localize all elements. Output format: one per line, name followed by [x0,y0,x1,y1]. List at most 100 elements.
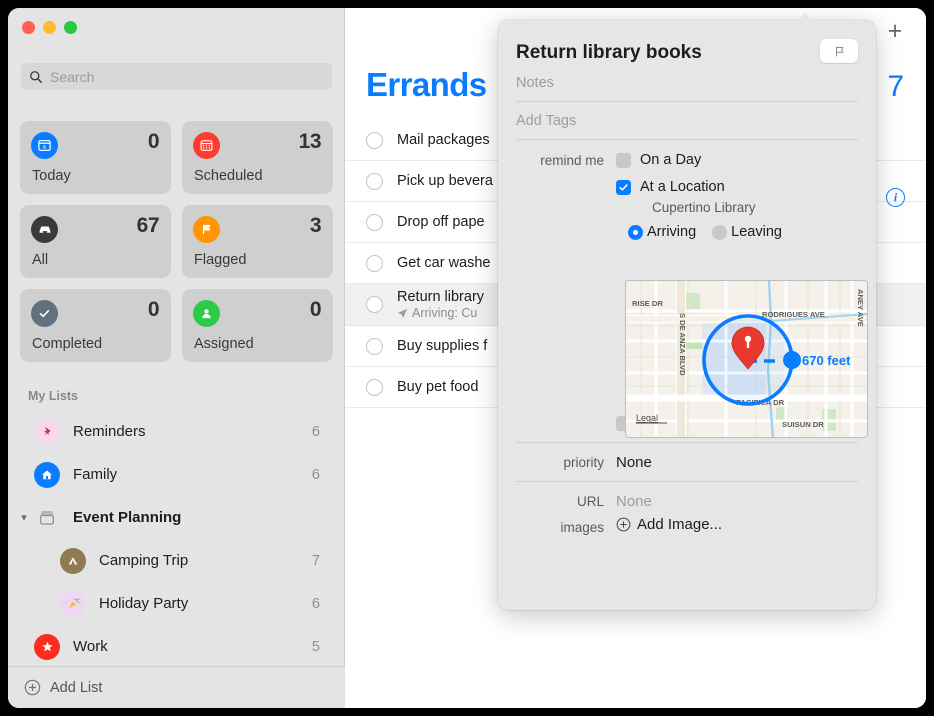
lists-container: Reminders 6 Family 6 ▾ Event Planning Ca… [8,410,345,708]
tags-field[interactable]: Add Tags [516,102,858,140]
smart-lists-grid: 5 0 Today 13 Scheduled 67 All 3 Flagged … [20,121,333,362]
party-popper-icon [60,590,86,617]
reminder-location-subtitle: Arriving: Cu [397,306,484,320]
minimize-button[interactable] [43,21,56,34]
svg-text:RODRIGUES AVE: RODRIGUES AVE [762,310,825,319]
close-button[interactable] [22,21,35,34]
pushpin-icon [34,418,60,445]
checkmark-icon [31,300,58,327]
list-item-reminders[interactable]: Reminders 6 [8,410,345,453]
search-field[interactable]: Search [21,63,332,90]
complete-checkbox[interactable] [366,213,383,231]
house-icon [34,461,60,488]
location-map[interactable]: RISE DR RODRIGUES AVE PACIFICA DR SUISUN… [625,280,868,438]
person-icon [193,300,220,327]
smart-list-count: 3 [309,214,322,237]
add-image-label: Add Image... [637,516,723,533]
smart-list-label: Assigned [194,336,254,352]
reminder-title: Get car washe [397,255,491,271]
images-key: images [560,520,604,535]
info-button[interactable]: i [886,188,905,207]
calendar-icon: 5 [31,132,58,159]
smart-list-scheduled[interactable]: 13 Scheduled [182,121,333,194]
at-a-location-checkbox[interactable] [616,179,631,195]
reminder-title: Pick up bevera [397,173,493,189]
reminder-title: Mail packages [397,132,490,148]
on-a-day-checkbox[interactable] [616,152,631,168]
reminder-title: Buy supplies f [397,338,488,354]
tent-icon [60,547,86,574]
add-list-button[interactable]: Add List [8,666,345,708]
flag-button[interactable] [820,39,858,63]
search-placeholder: Search [50,68,95,85]
popover-title: Return library books [516,42,702,63]
list-count: 6 [311,595,320,612]
list-name: Reminders [73,423,146,440]
flag-icon [193,216,220,243]
complete-checkbox[interactable] [366,337,383,355]
smart-list-count: 67 [136,214,160,237]
list-count: 7 [311,552,320,569]
leaving-radio[interactable] [712,224,728,240]
star-icon [34,633,60,660]
complete-checkbox[interactable] [366,378,383,396]
location-arrow-icon [397,308,408,318]
list-item-family[interactable]: Family 6 [8,453,345,496]
svg-text:5: 5 [43,145,46,151]
smart-list-count: 0 [147,298,160,321]
arriving-label: Arriving [647,224,697,240]
at-a-location-row[interactable]: At a Location [516,179,858,195]
smart-list-label: Completed [32,336,103,352]
smart-list-assigned[interactable]: 0 Assigned [182,289,333,362]
list-count: 6 [311,423,320,440]
complete-checkbox[interactable] [366,296,383,313]
smart-list-label: Flagged [194,252,247,268]
priority-key: priority [563,455,604,470]
svg-text:RISE DR: RISE DR [632,299,663,308]
complete-checkbox[interactable] [366,131,383,149]
map-radius-label: 670 feet [802,353,851,368]
my-lists-header: My Lists [28,389,79,403]
add-reminder-button[interactable]: + [884,19,906,44]
list-item-work[interactable]: Work 5 [8,625,345,668]
chevron-down-icon[interactable]: ▾ [16,511,32,524]
trigger-radio-group: Arriving Leaving [628,224,858,240]
notes-placeholder: Notes [516,75,554,91]
location-value: Cupertino Library [652,200,756,215]
reminder-title: Drop off pape [397,214,485,230]
reminder-title: Return library [397,289,485,305]
url-row[interactable]: URL None [516,482,858,512]
list-item-camping-trip[interactable]: Camping Trip 7 [8,539,345,582]
list-count: 6 [311,466,320,483]
url-key: URL [576,494,604,509]
notes-field[interactable]: Notes [516,64,858,102]
add-image-button[interactable]: Add Image... [616,516,722,533]
list-group-name: Event Planning [73,509,182,526]
complete-checkbox[interactable] [366,172,383,190]
smart-list-flagged[interactable]: 3 Flagged [182,205,333,278]
reminder-location-text: Arriving: Cu [412,306,478,320]
reminders-window: Search 5 0 Today 13 Scheduled 67 All 3 F… [8,8,926,708]
checkmark-icon [619,183,628,191]
inbox-icon [31,216,58,243]
list-name: Work [73,638,108,655]
list-item-holiday-party[interactable]: Holiday Party 6 [8,582,345,625]
images-row[interactable]: images Add Image... [516,512,858,545]
priority-row[interactable]: priority None [516,443,858,481]
smart-list-all[interactable]: 67 All [20,205,171,278]
list-name: Camping Trip [99,552,189,569]
svg-text:ANEY AVE: ANEY AVE [856,289,865,327]
list-name: Holiday Party [99,595,189,612]
page-title: Errands [366,66,487,103]
smart-list-today[interactable]: 5 0 Today [20,121,171,194]
list-group-event-planning[interactable]: ▾ Event Planning [8,496,345,539]
smart-list-completed[interactable]: 0 Completed [20,289,171,362]
smart-list-count: 0 [309,298,322,321]
arriving-radio[interactable] [628,224,643,240]
on-a-day-label: On a Day [640,152,702,168]
reminder-title: Buy pet food [397,379,479,395]
complete-checkbox[interactable] [366,254,383,272]
zoom-button[interactable] [64,21,77,34]
on-a-day-row[interactable]: remind me On a Day [516,152,858,168]
tags-placeholder: Add Tags [516,113,577,129]
